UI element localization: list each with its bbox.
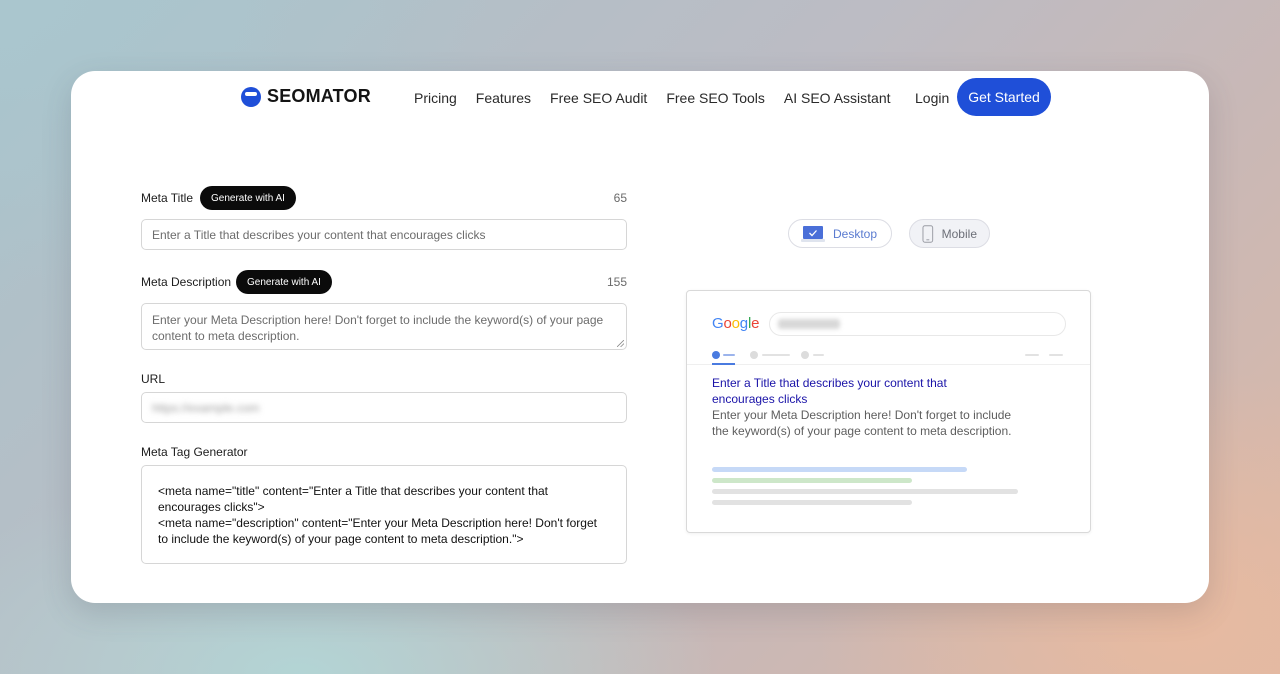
skeleton-line-blue [712, 467, 967, 472]
nav-link-free-seo-tools[interactable]: Free SEO Tools [666, 90, 765, 106]
serp-result-title[interactable]: Enter a Title that describes your conten… [712, 375, 1012, 407]
serp-search-bar [769, 312, 1066, 336]
serp-tab-row [687, 351, 1090, 365]
mobile-toggle-button[interactable]: Mobile [909, 219, 990, 248]
login-link[interactable]: Login [915, 90, 949, 106]
meta-title-input[interactable]: Enter a Title that describes your conten… [141, 219, 627, 250]
main-card: SEOMATOR Pricing Features Free SEO Audit… [71, 71, 1209, 603]
url-value: https://example.com [152, 400, 260, 415]
meta-title-tag-code: <meta name="title" content="Enter a Titl… [158, 484, 548, 514]
phone-icon [922, 224, 934, 243]
meta-title-char-count: 65 [613, 191, 627, 205]
laptop-icon [801, 225, 825, 242]
nav-link-ai-seo-assistant[interactable]: AI SEO Assistant [784, 90, 891, 106]
meta-description-tag-code: <meta name="description" content="Enter … [158, 516, 597, 546]
meta-description-label: Meta Description [141, 275, 232, 289]
generate-title-ai-button[interactable]: Generate with AI [200, 186, 296, 210]
meta-title-placeholder: Enter a Title that describes your conten… [152, 227, 486, 242]
nav-link-features[interactable]: Features [476, 90, 531, 106]
skeleton-line-green [712, 478, 912, 483]
serp-result-description: Enter your Meta Description here! Don't … [712, 408, 1012, 438]
meta-tag-generator-label: Meta Tag Generator [141, 445, 248, 459]
desktop-toggle-button[interactable]: Desktop [788, 219, 892, 248]
nav-link-pricing[interactable]: Pricing [414, 90, 457, 106]
get-started-button[interactable]: Get Started [957, 78, 1051, 116]
serp-tabs-skeleton [712, 351, 1063, 365]
meta-tag-output[interactable]: <meta name="title" content="Enter a Titl… [141, 465, 627, 564]
brand-logo[interactable]: SEOMATOR [241, 86, 371, 107]
resize-handle-icon[interactable] [617, 340, 624, 347]
meta-description-textarea[interactable]: Enter your Meta Description here! Don't … [141, 303, 627, 350]
seomator-logo-icon [241, 86, 261, 107]
meta-description-placeholder: Enter your Meta Description here! Don't … [152, 313, 604, 343]
meta-title-label: Meta Title [141, 191, 194, 205]
url-label: URL [141, 372, 166, 386]
nav-link-free-seo-audit[interactable]: Free SEO Audit [550, 90, 647, 106]
url-input[interactable]: https://example.com [141, 392, 627, 423]
desktop-toggle-label: Desktop [833, 226, 878, 241]
mobile-toggle-label: Mobile [941, 226, 977, 241]
meta-description-char-count: 155 [606, 275, 627, 289]
skeleton-line-gray-short [712, 500, 912, 505]
brand-name: SEOMATOR [267, 86, 371, 106]
google-logo: Google [712, 315, 760, 332]
top-nav: SEOMATOR Pricing Features Free SEO Audit… [71, 71, 1209, 123]
skeleton-line-gray [712, 489, 1018, 494]
generate-description-ai-button[interactable]: Generate with AI [236, 270, 332, 294]
nav-links: Pricing Features Free SEO Audit Free SEO… [414, 90, 910, 106]
serp-preview: Google Enter a Title that describes your… [686, 290, 1091, 533]
